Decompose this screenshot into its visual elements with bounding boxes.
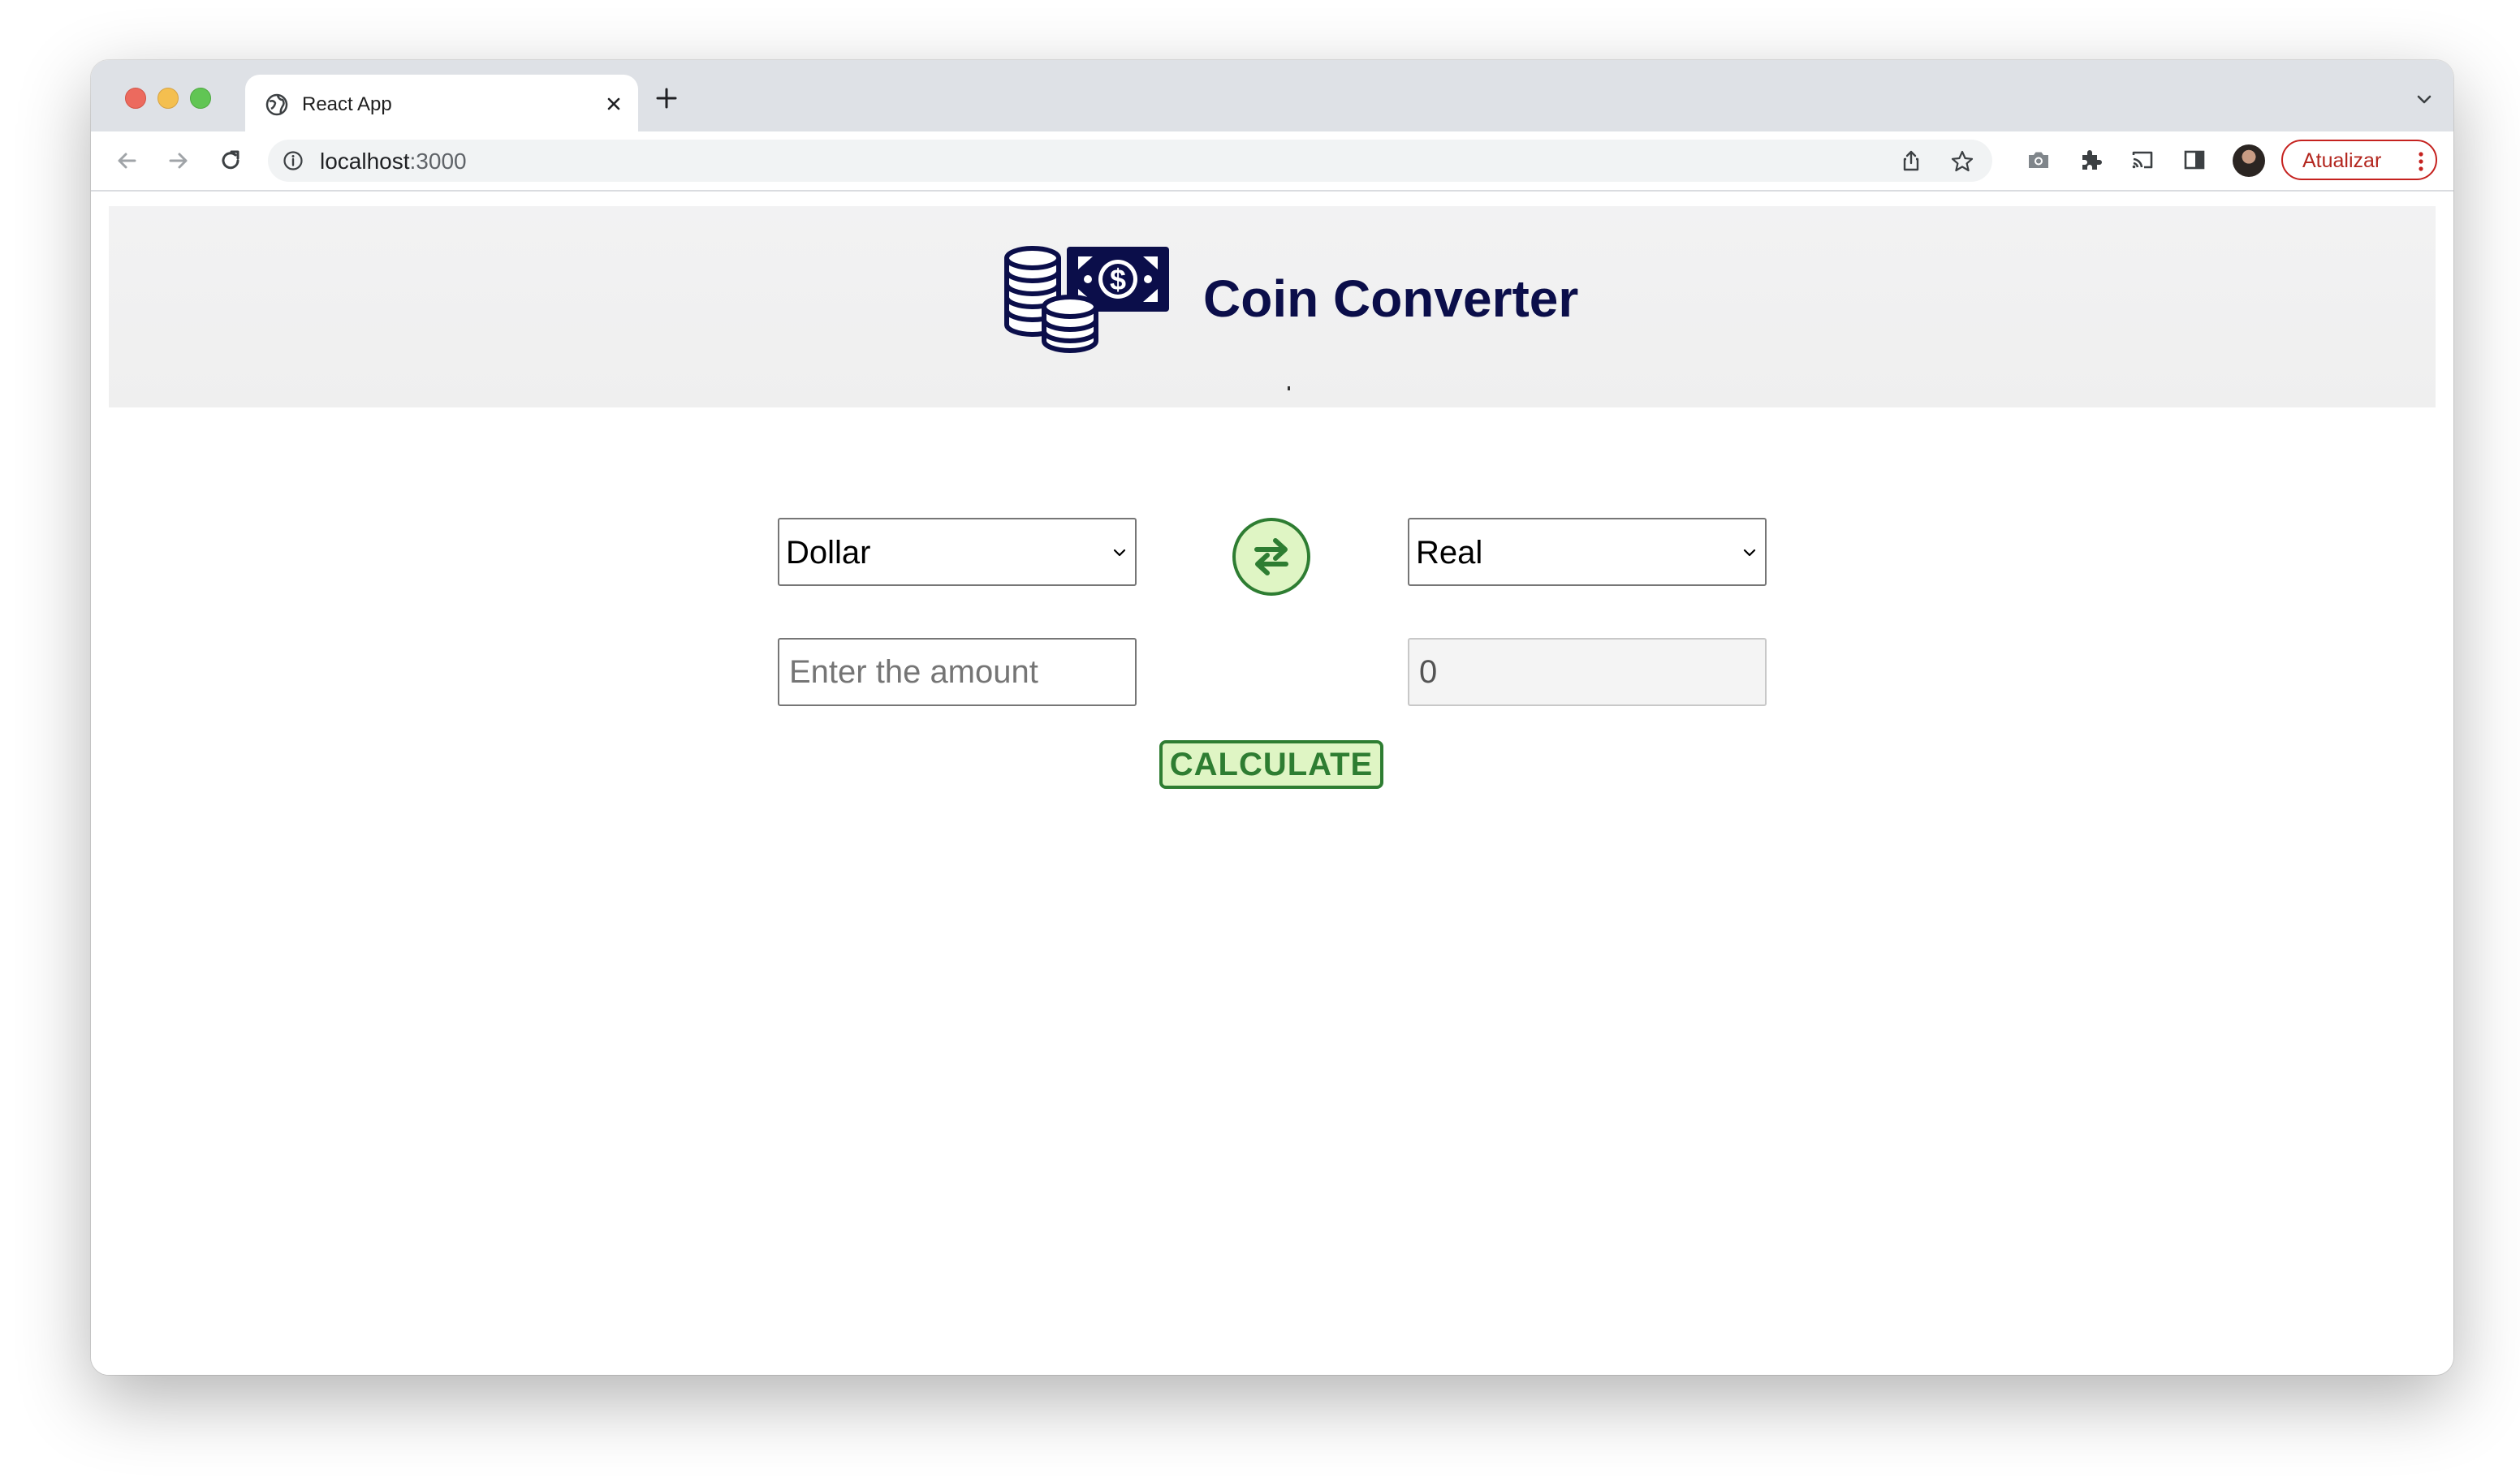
site-info-icon[interactable] (283, 150, 304, 171)
svg-text:$: $ (1110, 263, 1126, 296)
extensions-puzzle-icon[interactable] (2077, 146, 2104, 174)
forward-arrow-icon[interactable] (164, 146, 193, 175)
chevron-down-icon (1113, 549, 1126, 557)
tab-search-chevron-icon[interactable] (2413, 88, 2436, 110)
from-currency-select[interactable]: Dollar (778, 518, 1137, 586)
url-port: :3000 (409, 149, 467, 174)
tab-react-app[interactable]: React App (245, 75, 638, 131)
back-arrow-icon[interactable] (112, 146, 141, 175)
camera-icon[interactable] (2025, 146, 2052, 174)
update-browser-button[interactable]: Atualizar (2281, 140, 2437, 180)
chevron-down-icon (1743, 549, 1756, 557)
swap-arrows-icon (1254, 538, 1288, 575)
to-currency-select[interactable]: Real (1408, 518, 1767, 586)
browser-toolbar: localhost:3000 Atualizar (91, 131, 2453, 192)
minimize-window-button[interactable] (158, 88, 179, 109)
header-dot (1288, 386, 1290, 390)
bookmark-star-icon[interactable] (1950, 149, 1974, 174)
new-tab-plus-icon[interactable] (653, 84, 680, 112)
reload-icon[interactable] (216, 146, 245, 175)
to-currency-value: Real (1416, 535, 1483, 571)
zoom-window-button[interactable] (190, 88, 211, 109)
from-currency-value: Dollar (786, 535, 871, 571)
cast-icon[interactable] (2129, 146, 2156, 174)
coins-and-banknote-icon: $ (1004, 246, 1169, 353)
more-vertical-icon (2419, 152, 2423, 171)
swap-currencies-button[interactable] (1232, 518, 1310, 596)
tab-strip: React App (91, 60, 2453, 131)
browser-window: React App localhost:3000 Atualizar $ Coi… (91, 60, 2453, 1375)
app-title: Coin Converter (1203, 269, 1579, 328)
close-window-button[interactable] (125, 88, 146, 109)
url-host: localhost (320, 149, 410, 174)
side-panel-icon[interactable] (2181, 146, 2208, 174)
globe-icon (265, 93, 288, 116)
update-label: Atualizar (2302, 149, 2382, 172)
address-bar[interactable]: localhost:3000 (268, 140, 1992, 182)
profile-avatar[interactable] (2233, 144, 2265, 177)
share-icon[interactable] (1900, 149, 1922, 172)
calculate-button[interactable]: CALCULATE (1159, 740, 1383, 789)
url-text: localhost:3000 (320, 149, 467, 174)
app-header: $ Coin Converter (109, 206, 2436, 407)
page-viewport: $ Coin Converter Dollar Real Enter the a… (91, 192, 2453, 1375)
result-output-field (1408, 638, 1767, 706)
tab-title: React App (302, 93, 392, 115)
close-tab-icon[interactable] (602, 93, 625, 115)
amount-input[interactable] (778, 638, 1137, 706)
